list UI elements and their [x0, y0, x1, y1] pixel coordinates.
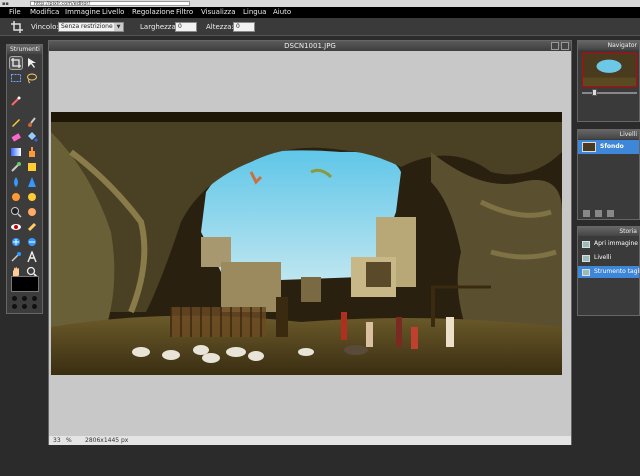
color-dot	[32, 304, 37, 309]
layers-title: Livelli	[578, 130, 639, 139]
clone-icon[interactable]	[26, 146, 38, 158]
menu-bar: File Modifica Immagine Livello Regolazio…	[0, 7, 640, 18]
sponge-icon[interactable]	[26, 191, 38, 203]
drawing-icon[interactable]	[26, 161, 38, 173]
foreground-color-swatch[interactable]	[11, 276, 39, 292]
address-bar[interactable]: http://pixlr.com/editor/	[30, 1, 190, 7]
status-bar: 33 % 2806x1445 px	[49, 436, 571, 445]
image-dimensions: 2806x1445 px	[85, 437, 129, 444]
vincolo-value: Senza restrizione	[61, 23, 113, 30]
zoom-value[interactable]: 33	[53, 436, 61, 445]
altezza-input[interactable]: 0	[233, 22, 255, 32]
dodge-icon[interactable]	[10, 206, 22, 218]
sharpen-icon[interactable]	[26, 176, 38, 188]
menu-file[interactable]: File	[9, 8, 21, 17]
layer-name: Sfondo	[600, 143, 624, 150]
toolbox-title: Strumenti	[7, 45, 42, 54]
background-color-grid[interactable]	[12, 296, 40, 310]
gradient-icon[interactable]	[10, 146, 22, 158]
open-image-icon	[582, 241, 590, 248]
crop-tool-icon[interactable]	[9, 56, 23, 70]
nativity-scene-photo[interactable]	[51, 112, 562, 375]
menu-visualizza[interactable]: Visualizza	[201, 8, 235, 17]
larghezza-input[interactable]: 0	[175, 22, 197, 32]
eyedropper-icon[interactable]	[10, 251, 22, 263]
menu-regolazione[interactable]: Regolazione	[132, 8, 174, 17]
zoom-unit: %	[66, 437, 72, 444]
pinch-icon[interactable]	[26, 236, 38, 248]
menu-aiuto[interactable]: Aiuto	[273, 8, 291, 17]
image-window-title: DSCN1001.JPG	[49, 41, 571, 51]
crop-icon[interactable]	[11, 21, 23, 33]
delete-layer-icon[interactable]	[607, 210, 614, 217]
menu-immagine[interactable]: Immagine	[65, 8, 100, 17]
layers-icon	[582, 255, 590, 262]
history-item-label: Strumento taglio	[594, 268, 640, 275]
menu-filtro[interactable]: Filtro	[176, 8, 193, 17]
toolbox-panel: Strumenti	[6, 44, 43, 314]
bloat-icon[interactable]	[10, 236, 22, 248]
marquee-icon[interactable]	[10, 72, 22, 84]
color-dot	[32, 296, 37, 301]
tool-options-bar: Vincolo: Senza restrizione ▼ Larghezza: …	[0, 18, 640, 36]
altezza-label: Altezza:	[206, 23, 234, 31]
smudge-icon[interactable]	[10, 191, 22, 203]
lasso-icon[interactable]	[26, 72, 38, 84]
navigator-zoom-slider[interactable]	[582, 89, 637, 96]
eraser-icon[interactable]	[10, 131, 22, 143]
close-icon[interactable]	[561, 42, 569, 50]
chevron-down-icon[interactable]: ▼	[114, 23, 123, 31]
browser-bar: ▪▪ http://pixlr.com/editor/	[0, 0, 640, 7]
color-dot	[12, 304, 17, 309]
pencil-icon[interactable]	[10, 116, 22, 128]
layer-thumbnail	[582, 142, 596, 152]
vincolo-select[interactable]: Senza restrizione ▼	[58, 22, 124, 32]
brush-icon[interactable]	[26, 116, 38, 128]
color-dot	[22, 304, 27, 309]
bucket-icon[interactable]	[26, 131, 38, 143]
history-item-label: Apri immagine	[594, 240, 638, 247]
text-icon[interactable]	[26, 251, 38, 263]
navigator-panel: Navigator	[577, 40, 640, 122]
history-item-label: Livelli	[594, 254, 612, 261]
navigator-thumbnail[interactable]	[582, 53, 637, 87]
move-icon[interactable]	[26, 57, 38, 69]
image-window: DSCN1001.JPG 33 % 2806x1445 px	[48, 40, 572, 445]
history-panel: Storia Apri immagine Livelli Strumento t…	[577, 226, 640, 316]
navigator-title: Navigator	[578, 41, 639, 50]
layers-panel: Livelli Sfondo	[577, 129, 640, 220]
new-layer-icon[interactable]	[595, 210, 602, 217]
crop-history-icon	[582, 269, 590, 276]
history-title: Storia	[578, 227, 639, 236]
spot-heal-icon[interactable]	[26, 221, 38, 233]
menu-lingua[interactable]: Lingua	[243, 8, 266, 17]
menu-modifica[interactable]: Modifica	[30, 8, 59, 17]
color-dot	[22, 296, 27, 301]
color-replace-icon[interactable]	[10, 161, 22, 173]
slider-handle[interactable]	[592, 89, 597, 96]
layer-settings-icon[interactable]	[583, 210, 590, 217]
wand-icon[interactable]	[10, 95, 22, 107]
color-dot	[12, 296, 17, 301]
redeye-icon[interactable]	[10, 221, 22, 233]
history-item[interactable]: Livelli	[578, 252, 639, 264]
burn-icon[interactable]	[26, 206, 38, 218]
vincolo-label: Vincolo:	[31, 23, 59, 31]
maximize-icon[interactable]	[551, 42, 559, 50]
history-item-active[interactable]: Strumento taglio	[578, 266, 640, 278]
menu-livello[interactable]: Livello	[102, 8, 124, 17]
history-item[interactable]: Apri immagine	[578, 238, 639, 250]
layer-item[interactable]: Sfondo	[578, 140, 639, 154]
blur-icon[interactable]	[10, 176, 22, 188]
larghezza-label: Larghezza:	[140, 23, 179, 31]
